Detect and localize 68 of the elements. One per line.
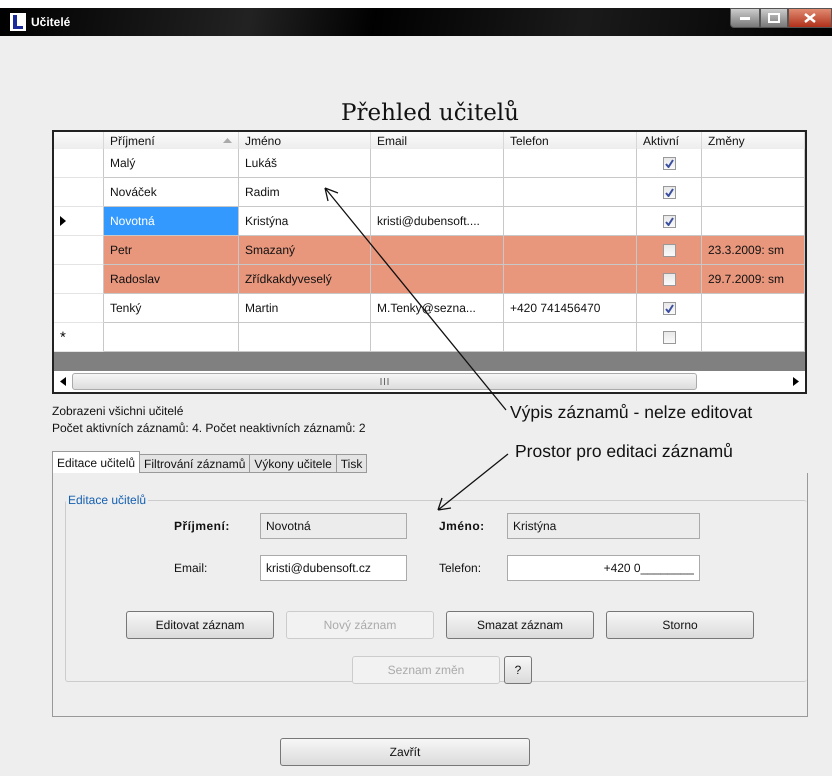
active-checkbox[interactable] [662, 302, 676, 314]
filter-status-text: Zobrazeni všichni učitelé [52, 404, 184, 418]
input-field[interactable]: Novotná [260, 513, 407, 539]
minimize-icon [740, 16, 750, 20]
tab[interactable]: Výkony učitele [249, 454, 337, 473]
scrollbar-thumb[interactable] [72, 373, 697, 390]
tab[interactable]: Filtrování záznamů [139, 454, 250, 473]
table-cell: Radoslav [104, 265, 239, 294]
window-title: Učitelé [31, 15, 70, 29]
table-cell: Petr [104, 236, 239, 265]
column-header[interactable]: Příjmení [104, 132, 239, 149]
record-count-text: Počet aktivních záznamů: 4. Počet neaktivních záznamů: 2 [52, 421, 366, 435]
row-header-corner [54, 132, 104, 149]
table-cell: Tenký [104, 294, 239, 323]
table-cell: Martin [239, 294, 371, 323]
table-cell: 29.7.2009: sm [702, 265, 805, 294]
table-cell: Malý [104, 149, 239, 178]
table-cell: Lukáš [239, 149, 371, 178]
column-header[interactable]: Změny [702, 132, 805, 149]
close-icon [804, 13, 816, 23]
tab[interactable]: Tisk [336, 454, 368, 473]
field-label: Telefon: [439, 561, 482, 575]
table-cell: Radim [239, 178, 371, 207]
field-label: Email: [174, 561, 208, 575]
minimize-button[interactable] [730, 8, 760, 28]
column-header[interactable]: Jméno [239, 132, 371, 149]
scroll-right-icon[interactable] [793, 377, 799, 386]
active-checkbox[interactable] [662, 156, 676, 170]
table-cell: kristi@dubensoft.... [371, 207, 504, 236]
annotation-text: Výpis záznamů - nelze editovat [510, 402, 752, 423]
close-dialog-button[interactable]: Zavřít [280, 738, 530, 766]
active-checkbox[interactable] [662, 272, 676, 286]
table-cell: Smazaný [239, 236, 371, 265]
tab[interactable]: Editace učitelů [52, 451, 140, 473]
new-row-marker: * [54, 323, 104, 352]
row-header[interactable] [54, 207, 104, 236]
active-checkbox[interactable] [662, 214, 676, 228]
action-button[interactable]: Smazat záznam [446, 611, 594, 639]
group-title: Editace učitelů [67, 493, 148, 507]
scroll-left-icon[interactable] [60, 377, 66, 386]
table-cell: Zřídkakdyveselý [239, 265, 371, 294]
field-label: Jméno: [439, 519, 486, 533]
annotation-text: Prostor pro editaci záznamů [515, 441, 733, 462]
table-cell: +420 741456470 [504, 294, 637, 323]
table-cell: Nováček [104, 178, 239, 207]
input-field[interactable]: Kristýna [507, 513, 700, 539]
column-header[interactable]: Email [371, 132, 504, 149]
grip-icon [380, 378, 389, 385]
column-header[interactable]: Telefon [504, 132, 637, 149]
maximize-icon [768, 13, 780, 23]
table-cell: Novotná [104, 207, 239, 236]
table-cell: 23.3.2009: sm [702, 236, 805, 265]
field-label: Příjmení: [174, 519, 231, 533]
page-heading: Přehled učitelů [340, 99, 520, 128]
column-header[interactable]: Aktivní [637, 132, 702, 149]
input-field[interactable]: kristi@dubensoft.cz [260, 555, 407, 581]
close-button[interactable] [788, 8, 832, 28]
active-checkbox[interactable] [662, 244, 676, 256]
help-button[interactable]: ? [504, 656, 532, 684]
annotation-arrow [437, 453, 509, 511]
action-button[interactable]: Editovat záznam [126, 611, 274, 639]
table-cell: Kristýna [239, 207, 371, 236]
maximize-button[interactable] [760, 8, 788, 28]
input-field[interactable]: +420 0________ [507, 555, 700, 581]
active-checkbox[interactable] [662, 330, 676, 344]
action-button[interactable]: Storno [606, 611, 754, 639]
active-checkbox[interactable] [662, 186, 676, 198]
app-logo-icon [10, 13, 26, 31]
